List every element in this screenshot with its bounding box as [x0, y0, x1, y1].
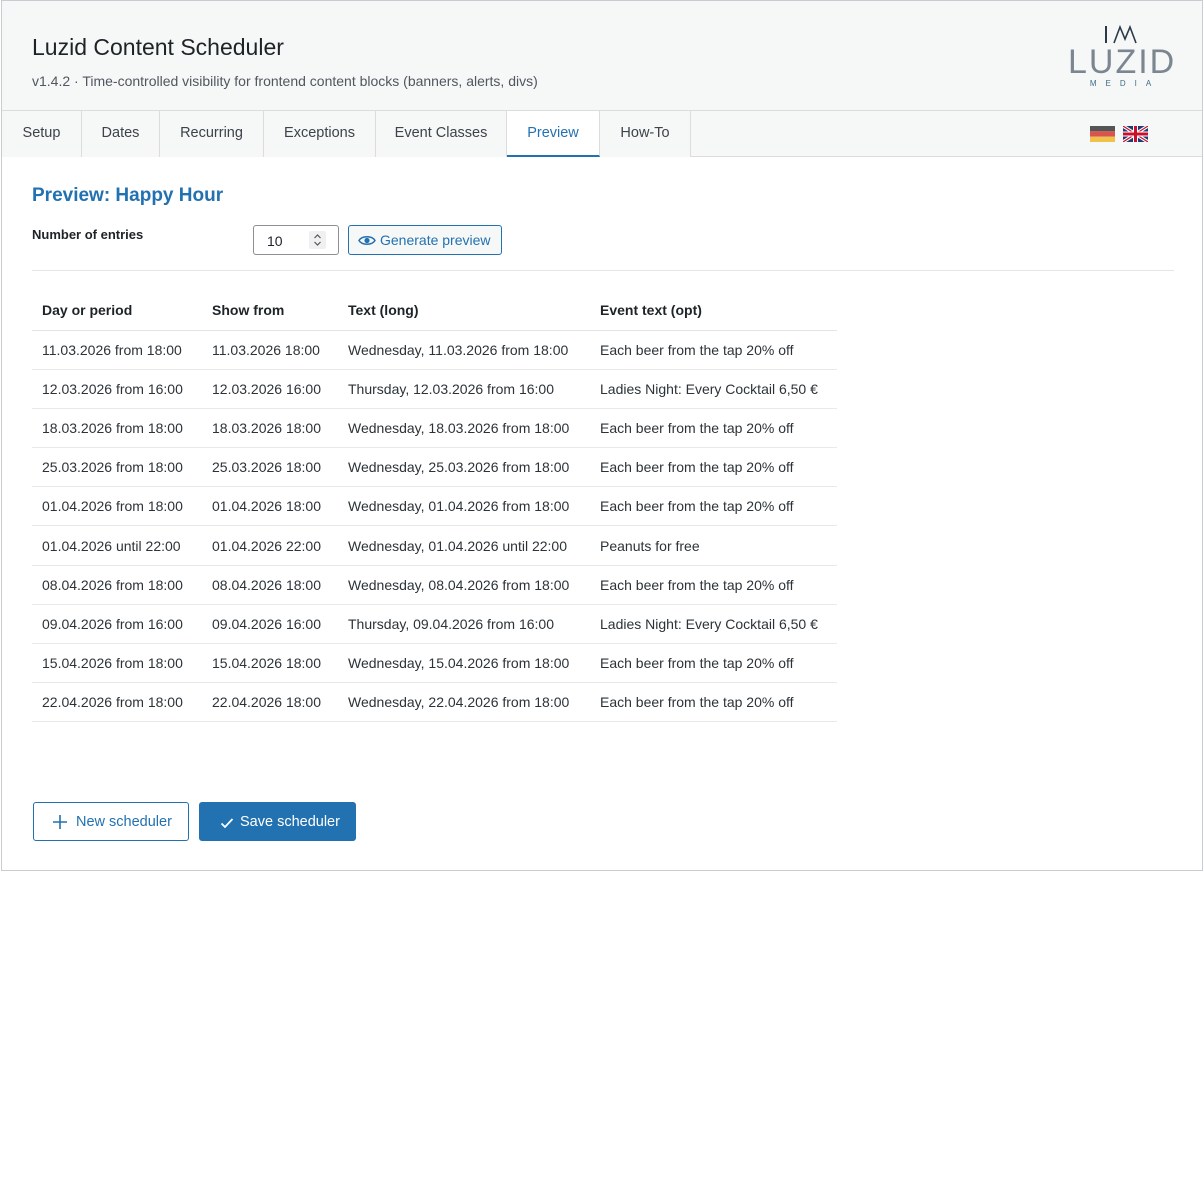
tab-preview[interactable]: Preview	[507, 111, 600, 157]
table-row: 01.04.2026 from 18:00 01.04.2026 18:00 W…	[32, 486, 837, 527]
table-cell: 12.03.2026 16:00	[202, 369, 338, 409]
check-icon	[220, 818, 234, 829]
tab-event-classes[interactable]: Event Classes	[376, 111, 507, 157]
table-cell: Wednesday, 08.04.2026 from 18:00	[338, 565, 590, 605]
scheduler-panel: Luzid Content Scheduler v1.4.2 · Time-co…	[1, 0, 1203, 871]
new-scheduler-button[interactable]: New scheduler	[33, 802, 189, 841]
table-cell: 15.04.2026 from 18:00	[32, 643, 202, 684]
preview-table: Day or period Show from Text (long) Even…	[32, 291, 837, 723]
table-row: 25.03.2026 from 18:00 25.03.2026 18:00 W…	[32, 447, 837, 488]
table-cell: 01.04.2026 22:00	[202, 525, 338, 566]
tab-dates[interactable]: Dates	[82, 111, 160, 157]
table-cell: Thursday, 12.03.2026 from 16:00	[338, 369, 590, 409]
entries-value: 10	[267, 233, 283, 249]
table-cell: Wednesday, 25.03.2026 from 18:00	[338, 447, 590, 488]
tab-setup[interactable]: Setup	[2, 111, 82, 157]
table-cell: 15.04.2026 18:00	[202, 643, 338, 684]
table-cell: Wednesday, 15.04.2026 from 18:00	[338, 643, 590, 684]
table-cell: Thursday, 09.04.2026 from 16:00	[338, 604, 590, 645]
save-scheduler-button[interactable]: Save scheduler	[199, 802, 356, 841]
table-cell: Each beer from the tap 20% off	[590, 682, 837, 723]
table-cell: Each beer from the tap 20% off	[590, 330, 837, 370]
table-cell: 01.04.2026 from 18:00	[32, 486, 202, 527]
generate-preview-button[interactable]: Generate preview	[348, 225, 502, 255]
save-scheduler-label: Save scheduler	[240, 814, 340, 830]
column-header: Text (long)	[338, 291, 590, 331]
logo-mark-icon	[1105, 24, 1137, 44]
entries-label: Number of entries	[32, 227, 144, 242]
table-cell: 01.04.2026 18:00	[202, 486, 338, 527]
table-cell: 25.03.2026 18:00	[202, 447, 338, 488]
new-scheduler-label: New scheduler	[76, 814, 172, 830]
table-cell: 25.03.2026 from 18:00	[32, 447, 202, 488]
flag-uk-icon[interactable]	[1123, 126, 1148, 142]
eye-icon	[358, 236, 376, 245]
table-row: 11.03.2026 from 18:00 11.03.2026 18:00 W…	[32, 330, 837, 370]
plus-icon	[53, 815, 67, 829]
header: Luzid Content Scheduler v1.4.2 · Time-co…	[2, 1, 1202, 111]
table-row: 22.04.2026 from 18:00 22.04.2026 18:00 W…	[32, 682, 837, 723]
table-row: 08.04.2026 from 18:00 08.04.2026 18:00 W…	[32, 565, 837, 605]
table-cell: Wednesday, 22.04.2026 from 18:00	[338, 682, 590, 723]
table-cell: Peanuts for free	[590, 525, 837, 566]
table-cell: 09.04.2026 from 16:00	[32, 604, 202, 645]
table-cell: Wednesday, 01.04.2026 from 18:00	[338, 486, 590, 527]
table-cell: 11.03.2026 from 18:00	[32, 330, 202, 370]
table-cell: 12.03.2026 from 16:00	[32, 369, 202, 409]
section-title: Preview: Happy Hour	[32, 185, 224, 206]
table-cell: Wednesday, 01.04.2026 until 22:00	[338, 525, 590, 566]
table-row: 18.03.2026 from 18:00 18.03.2026 18:00 W…	[32, 408, 837, 449]
table-row: 15.04.2026 from 18:00 15.04.2026 18:00 W…	[32, 643, 837, 684]
stepper-icon[interactable]	[309, 231, 326, 249]
table-cell: 18.03.2026 18:00	[202, 408, 338, 449]
tab-bar: Setup Dates Recurring Exceptions Event C…	[2, 111, 1202, 157]
table-cell: Each beer from the tap 20% off	[590, 643, 837, 684]
table-cell: 11.03.2026 18:00	[202, 330, 338, 370]
table-cell: Wednesday, 11.03.2026 from 18:00	[338, 330, 590, 370]
column-header: Day or period	[32, 291, 202, 331]
table-cell: Ladies Night: Every Cocktail 6,50 €	[590, 369, 837, 409]
table-row: 12.03.2026 from 16:00 12.03.2026 16:00 T…	[32, 369, 837, 409]
table-cell: 09.04.2026 16:00	[202, 604, 338, 645]
table-cell: 01.04.2026 until 22:00	[32, 525, 202, 566]
table-cell: Each beer from the tap 20% off	[590, 447, 837, 488]
table-row: 09.04.2026 from 16:00 09.04.2026 16:00 T…	[32, 604, 837, 645]
column-header: Show from	[202, 291, 338, 331]
divider	[32, 270, 1174, 271]
table-header-row: Day or period Show from Text (long) Even…	[32, 291, 837, 331]
table-row: 01.04.2026 until 22:00 01.04.2026 22:00 …	[32, 525, 837, 566]
tab-exceptions[interactable]: Exceptions	[264, 111, 376, 157]
table-cell: Each beer from the tap 20% off	[590, 486, 837, 527]
app-title: Luzid Content Scheduler	[32, 34, 284, 60]
table-cell: 18.03.2026 from 18:00	[32, 408, 202, 449]
tab-how-to[interactable]: How-To	[600, 111, 691, 157]
table-cell: Wednesday, 18.03.2026 from 18:00	[338, 408, 590, 449]
table-cell: 22.04.2026 18:00	[202, 682, 338, 723]
app-subtitle: v1.4.2 · Time-controlled visibility for …	[32, 73, 538, 89]
luzid-logo: LUZID MEDIA	[1068, 23, 1176, 89]
entries-number-input[interactable]: 10	[253, 225, 339, 255]
table-cell: Ladies Night: Every Cocktail 6,50 €	[590, 604, 837, 645]
table-cell: 08.04.2026 from 18:00	[32, 565, 202, 605]
generate-preview-label: Generate preview	[380, 232, 491, 248]
table-cell: 08.04.2026 18:00	[202, 565, 338, 605]
column-header: Event text (opt)	[590, 291, 837, 331]
table-cell: Each beer from the tap 20% off	[590, 408, 837, 449]
logo-word: LUZID	[1068, 43, 1177, 81]
table-cell: Each beer from the tap 20% off	[590, 565, 837, 605]
logo-subword: MEDIA	[1089, 79, 1161, 88]
flag-de-icon[interactable]	[1090, 126, 1115, 142]
table-cell: 22.04.2026 from 18:00	[32, 682, 202, 723]
tab-recurring[interactable]: Recurring	[160, 111, 264, 157]
